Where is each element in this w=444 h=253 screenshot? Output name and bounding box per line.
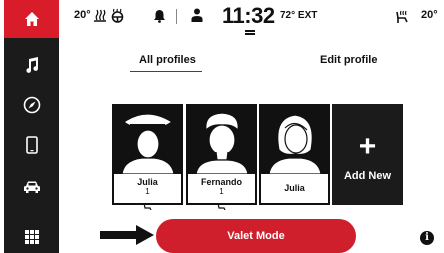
home-icon	[24, 12, 39, 26]
profile-name: Fernando	[200, 177, 242, 187]
sidebar-item-apps[interactable]	[4, 222, 59, 252]
add-new-label: Add New	[343, 170, 392, 182]
heated-seat-icon[interactable]	[395, 9, 409, 24]
profile-name-box: Julia	[261, 174, 328, 203]
seat-memory-number: 1	[145, 187, 150, 196]
male-avatar-icon	[195, 112, 249, 174]
profile-card-julia-2[interactable]: Julia	[259, 104, 330, 205]
valet-mode-button[interactable]: Valet Mode	[156, 219, 356, 253]
arrow-right-icon	[100, 225, 154, 245]
user-profile-icon[interactable]	[191, 8, 203, 23]
profile-name: Julia	[137, 177, 158, 187]
active-tab-underline	[130, 71, 202, 72]
profile-name-box: Julia 1	[114, 174, 181, 211]
sidebar-item-media[interactable]	[4, 50, 59, 80]
tab-all-profiles[interactable]: All profiles	[139, 54, 196, 66]
female-avatar-icon	[268, 114, 322, 174]
status-bar: 20° 11:32 72° EXT 20°	[59, 0, 444, 38]
add-new-profile-button[interactable]: + Add New	[332, 104, 403, 205]
info-icon[interactable]: i	[420, 231, 434, 245]
driver-temp[interactable]: 20°	[74, 9, 91, 21]
plus-icon: +	[358, 130, 377, 163]
exterior-temp: 72° EXT	[280, 10, 318, 21]
female-avatar-icon	[121, 113, 175, 174]
sidebar-item-vehicle[interactable]	[4, 172, 59, 202]
car-icon	[23, 181, 40, 193]
sidebar-item-nav[interactable]	[4, 90, 59, 120]
uconnect-screen: 20° 11:32 72° EXT 20° All profiles Edit …	[0, 0, 444, 253]
profile-name-box: Fernando 1	[188, 174, 255, 211]
bell-icon[interactable]	[153, 9, 166, 23]
clock-indicator-2	[245, 33, 255, 35]
profile-card-fernando[interactable]: Fernando 1	[186, 104, 257, 211]
phone-icon	[25, 136, 38, 154]
profile-name: Julia	[284, 183, 305, 193]
sidebar-item-phone[interactable]	[4, 130, 59, 160]
sidebar-item-home[interactable]	[4, 0, 59, 38]
tab-edit-profile[interactable]: Edit profile	[320, 54, 377, 66]
rear-defrost-icon[interactable]	[93, 9, 107, 23]
apps-grid-icon	[24, 230, 39, 244]
heated-wheel-icon[interactable]	[110, 8, 125, 23]
clock-indicator	[245, 30, 255, 32]
seat-memory-number: 1	[219, 187, 224, 196]
clock: 11:32	[222, 3, 275, 28]
seat-memory-icon	[217, 202, 226, 211]
status-divider	[176, 9, 177, 24]
music-icon	[25, 57, 38, 73]
profile-card-julia[interactable]: Julia 1	[112, 104, 183, 211]
passenger-temp[interactable]: 20°	[421, 9, 438, 21]
compass-icon	[23, 96, 40, 114]
seat-memory-icon	[143, 202, 152, 211]
sidebar	[4, 0, 59, 253]
